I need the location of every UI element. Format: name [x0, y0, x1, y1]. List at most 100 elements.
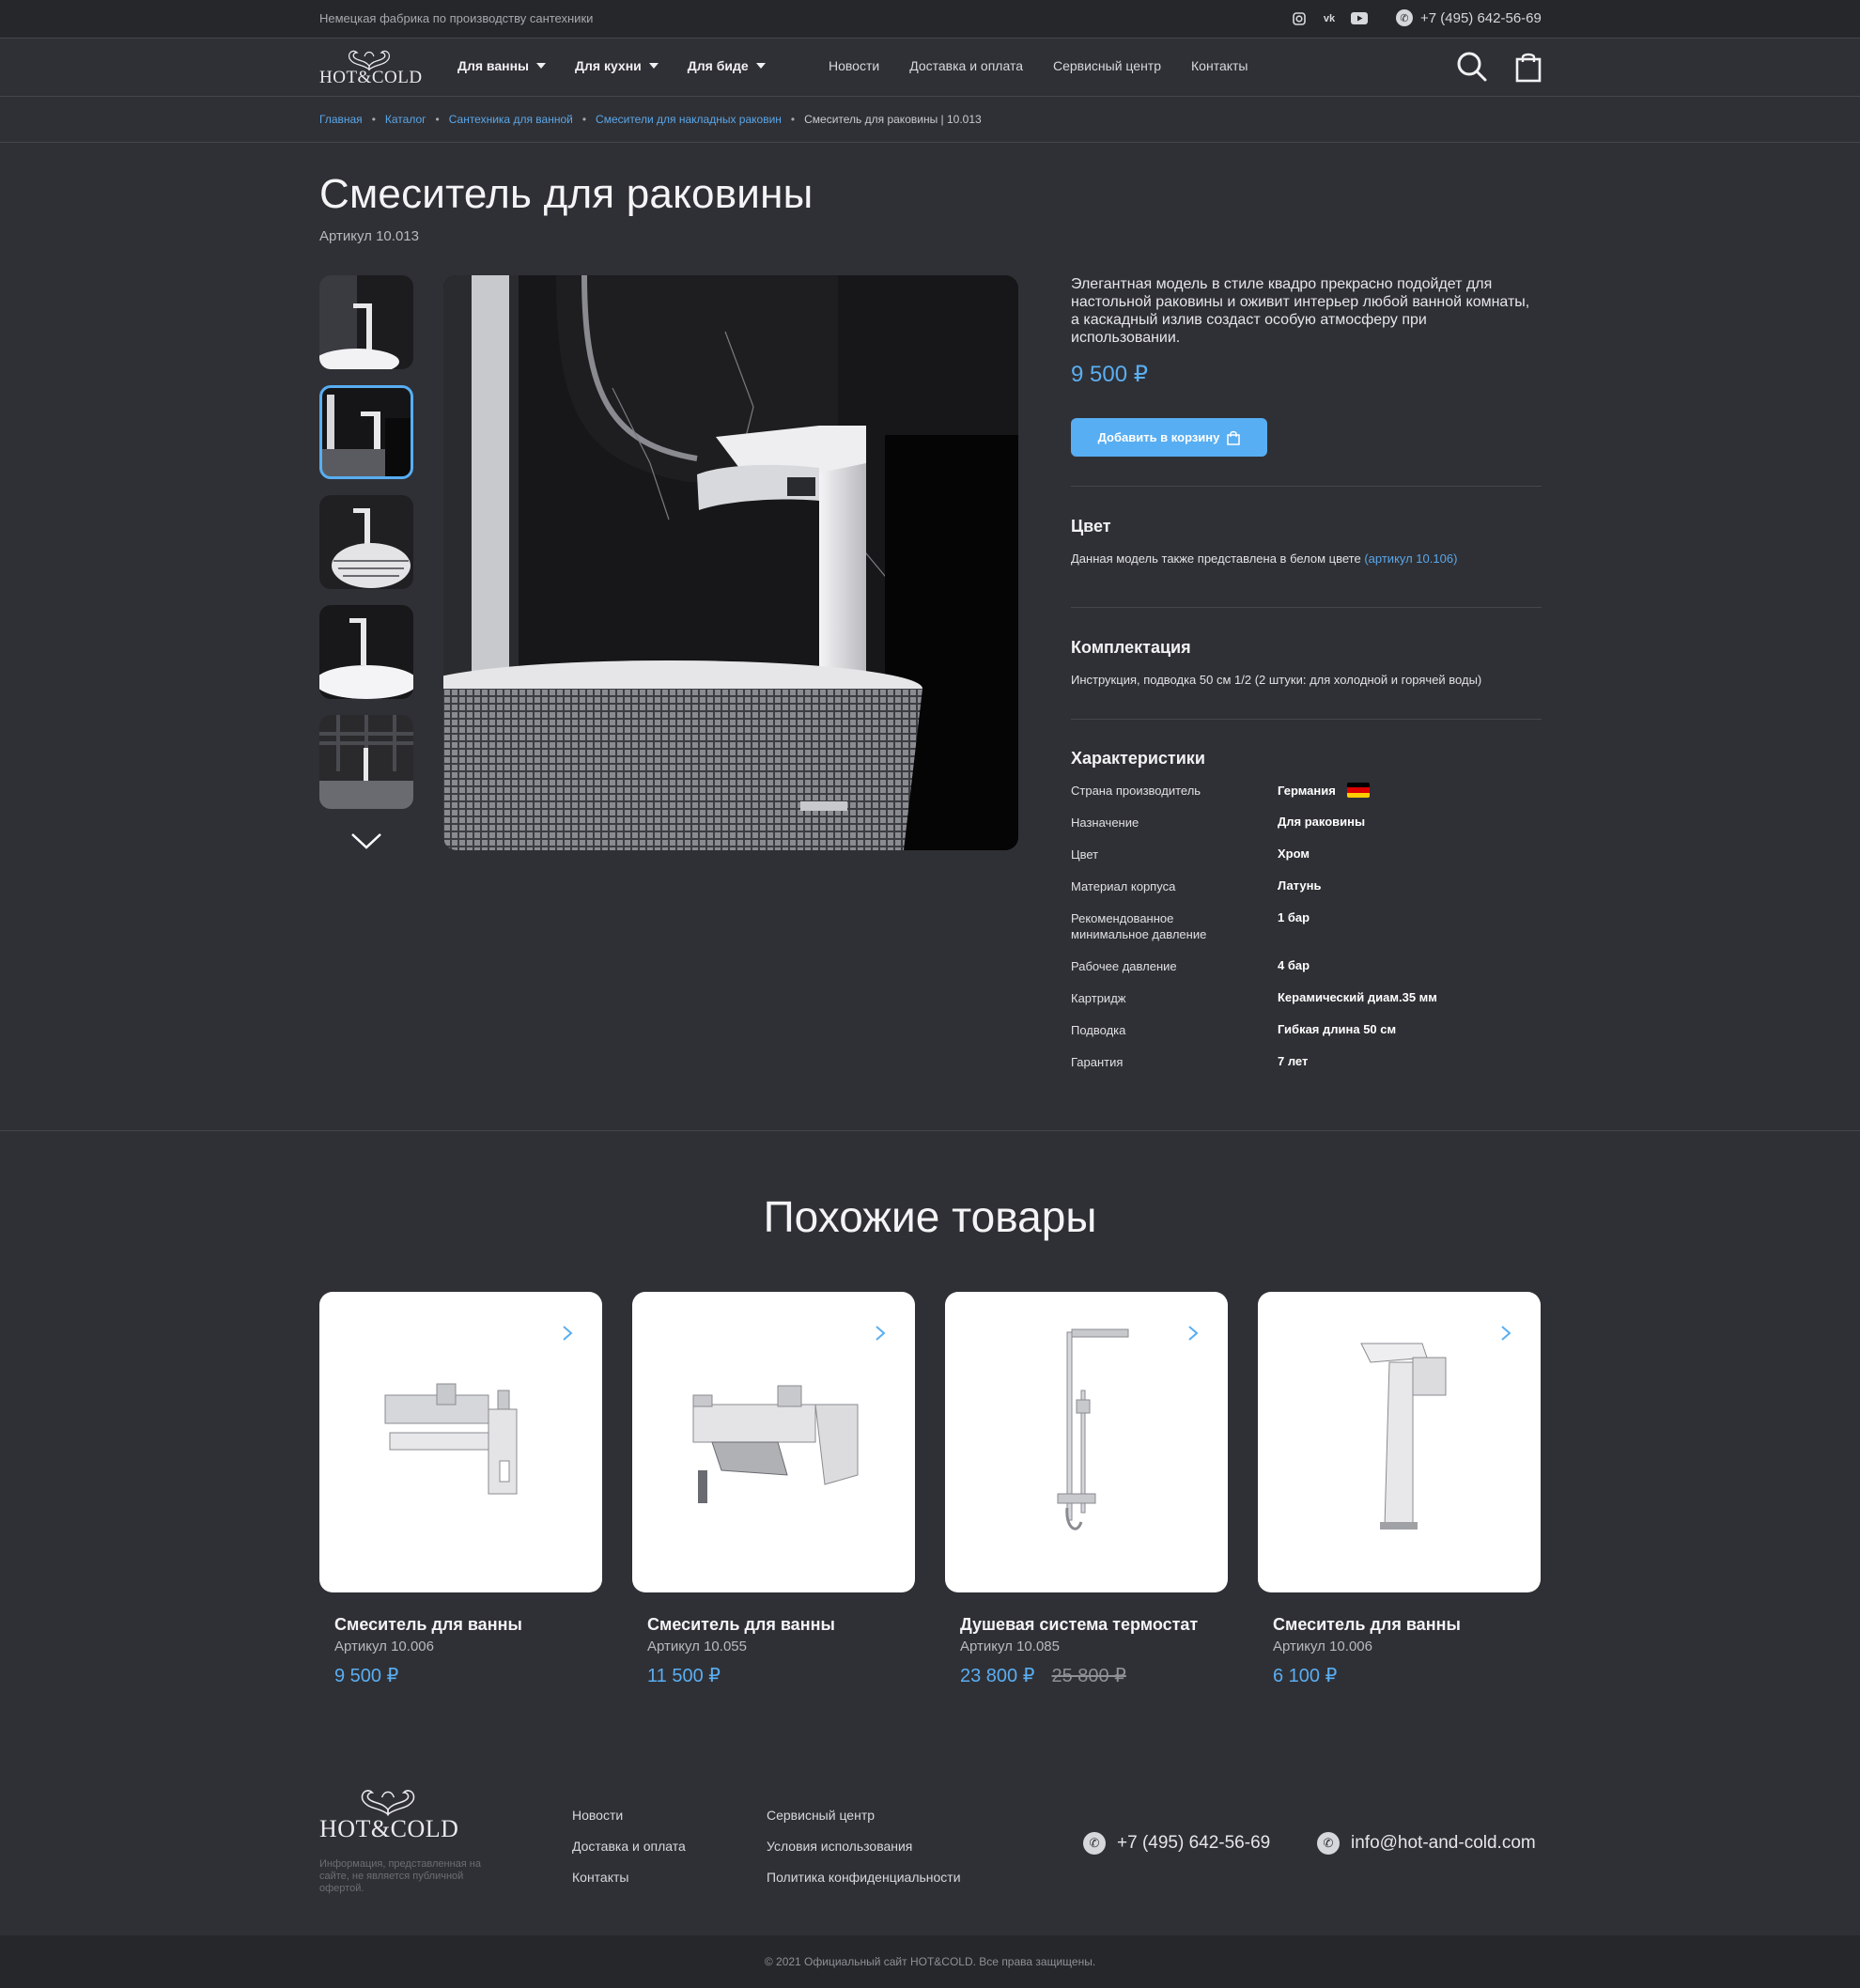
footer-disclaimer: Информация, представленная на сайте, не … — [319, 1858, 481, 1894]
header-phone[interactable]: ✆ +7 (495) 642-56-69 — [1396, 9, 1542, 26]
breadcrumb-sink-mixers[interactable]: Смесители для накладных раковин — [596, 113, 782, 126]
footer-link-news[interactable]: Новости — [572, 1808, 623, 1823]
menu-kitchen[interactable]: Для кухни — [575, 58, 659, 73]
email-icon: ✆ — [1317, 1832, 1340, 1855]
logo-text: HOT&COLD — [319, 68, 423, 87]
nav-contacts[interactable]: Контакты — [1191, 58, 1248, 73]
spec-label: Подводка — [1071, 1023, 1126, 1037]
spec-value: 4 бар — [1278, 958, 1310, 972]
spec-label: Материал корпуса — [1071, 879, 1176, 893]
footer-logo-text: HOT&COLD — [319, 1815, 459, 1842]
gallery-thumb[interactable] — [319, 715, 413, 809]
nav-service[interactable]: Сервисный центр — [1053, 58, 1161, 73]
social-links: vk — [1290, 10, 1369, 26]
menu-kitchen-label: Для кухни — [575, 58, 642, 73]
logo[interactable]: HOT&COLD — [319, 47, 423, 88]
breadcrumb-bathroom[interactable]: Сантехника для ванной — [449, 113, 573, 126]
card-price-value: 23 800 ₽ — [960, 1666, 1035, 1686]
product-price: 9 500 ₽ — [1071, 362, 1148, 387]
menu-bath-label: Для ванны — [457, 58, 530, 73]
footer-link-contacts[interactable]: Контакты — [572, 1870, 628, 1885]
product-description: Элегантная модель в стиле квадро прекрас… — [1071, 276, 1530, 346]
menu-bath[interactable]: Для ванны — [457, 58, 547, 73]
chevron-right-icon — [1501, 1326, 1511, 1341]
spec-value-text: Германия — [1278, 783, 1336, 798]
breadcrumb-catalog[interactable]: Каталог — [385, 113, 426, 126]
footer-link-terms[interactable]: Условия использования — [767, 1839, 912, 1854]
spec-label: Рабочее давление — [1071, 959, 1177, 973]
breadcrumb-separator: • — [371, 113, 376, 126]
caret-down-icon — [648, 63, 659, 69]
instagram-icon[interactable] — [1290, 10, 1309, 26]
similar-products-title: Похожие товары — [763, 1192, 1097, 1241]
card-price-value: 9 500 ₽ — [334, 1666, 399, 1686]
spec-value: Гибкая длина 50 см — [1278, 1022, 1397, 1036]
card-name[interactable]: Смеситель для ванны — [1273, 1615, 1461, 1635]
gallery-scroll-down-icon[interactable] — [349, 831, 383, 851]
menu-bidet[interactable]: Для биде — [688, 58, 766, 73]
caret-down-icon — [536, 63, 547, 69]
nav-news[interactable]: Новости — [829, 58, 879, 73]
nav-delivery[interactable]: Доставка и оплата — [909, 58, 1023, 73]
cart-icon[interactable] — [1515, 51, 1542, 83]
search-icon[interactable] — [1456, 51, 1488, 83]
category-menu: Для ванны Для кухни Для биде — [457, 58, 795, 73]
color-section-title: Цвет — [1071, 517, 1111, 536]
product-card[interactable] — [1258, 1292, 1541, 1592]
product-main-image[interactable] — [443, 275, 1018, 850]
card-name[interactable]: Смеситель для ванны — [334, 1615, 522, 1635]
section-divider — [0, 1130, 1860, 1131]
color-text: Данная модель также представлена в белом… — [1071, 551, 1365, 566]
product-card[interactable] — [632, 1292, 915, 1592]
card-name[interactable]: Смеситель для ванны — [647, 1615, 835, 1635]
footer-phone-number: +7 (495) 642-56-69 — [1117, 1833, 1271, 1853]
vk-icon[interactable]: vk — [1320, 10, 1339, 26]
germany-flag-icon — [1346, 783, 1370, 798]
gallery-thumb[interactable] — [319, 495, 413, 589]
breadcrumb-separator: • — [435, 113, 440, 126]
caret-down-icon — [755, 63, 766, 69]
gallery-thumb[interactable] — [319, 275, 413, 369]
header-phone-number: +7 (495) 642-56-69 — [1420, 9, 1542, 26]
youtube-icon[interactable] — [1350, 10, 1369, 26]
card-old-price: 25 800 ₽ — [1051, 1666, 1126, 1686]
menu-bidet-label: Для биде — [687, 58, 749, 73]
card-price-value: 11 500 ₽ — [647, 1666, 721, 1686]
spec-value: Хром — [1278, 846, 1310, 861]
divider — [1071, 607, 1542, 608]
kit-section-title: Комплектация — [1071, 638, 1191, 657]
footer-email[interactable]: ✆ info@hot-and-cold.com — [1317, 1832, 1536, 1855]
spec-value: 1 бар — [1278, 910, 1310, 924]
spec-label: Гарантия — [1071, 1055, 1124, 1069]
phone-icon: ✆ — [1396, 9, 1413, 26]
card-price: 23 800 ₽ 25 800 ₽ — [960, 1664, 1126, 1687]
kit-section-text: Инструкция, подводка 50 см 1/2 (2 штуки:… — [1071, 673, 1482, 687]
copyright-bar: © 2021 Официальный сайт HOT&COLD. Все пр… — [0, 1935, 1860, 1988]
info-menu: Новости Доставка и оплата Сервисный цент… — [829, 58, 1279, 73]
top-bar: Немецкая фабрика по производству сантехн… — [0, 0, 1860, 38]
footer-link-privacy[interactable]: Политика конфиденциальности — [767, 1870, 961, 1885]
gallery-thumb-active[interactable] — [319, 385, 413, 479]
card-sku: Артикул 10.006 — [334, 1639, 434, 1654]
page-title: Смеситель для раковины — [319, 171, 814, 217]
gallery-thumb[interactable] — [319, 605, 413, 699]
bag-icon — [1227, 430, 1241, 445]
add-to-cart-button[interactable]: Добавить в корзину — [1071, 418, 1267, 457]
footer-link-service[interactable]: Сервисный центр — [767, 1808, 875, 1823]
breadcrumb-home[interactable]: Главная — [319, 113, 363, 126]
card-price: 11 500 ₽ — [647, 1664, 721, 1687]
footer-phone[interactable]: ✆ +7 (495) 642-56-69 — [1083, 1832, 1270, 1855]
spec-value: Латунь — [1278, 878, 1322, 893]
tagline: Немецкая фабрика по производству сантехн… — [319, 11, 594, 25]
breadcrumb-current: Смеситель для раковины | 10.013 — [804, 113, 982, 126]
spec-label: Картридж — [1071, 991, 1126, 1005]
footer-logo[interactable]: HOT&COLD — [319, 1785, 460, 1843]
alt-color-link[interactable]: (артикул 10.106) — [1364, 551, 1457, 566]
card-name[interactable]: Душевая система термостат — [960, 1615, 1198, 1635]
divider — [1071, 719, 1542, 720]
product-card[interactable] — [319, 1292, 602, 1592]
footer-link-delivery[interactable]: Доставка и оплата — [572, 1839, 686, 1854]
card-price: 6 100 ₽ — [1273, 1664, 1337, 1687]
spec-label: Цвет — [1071, 847, 1099, 862]
product-card[interactable] — [945, 1292, 1228, 1592]
